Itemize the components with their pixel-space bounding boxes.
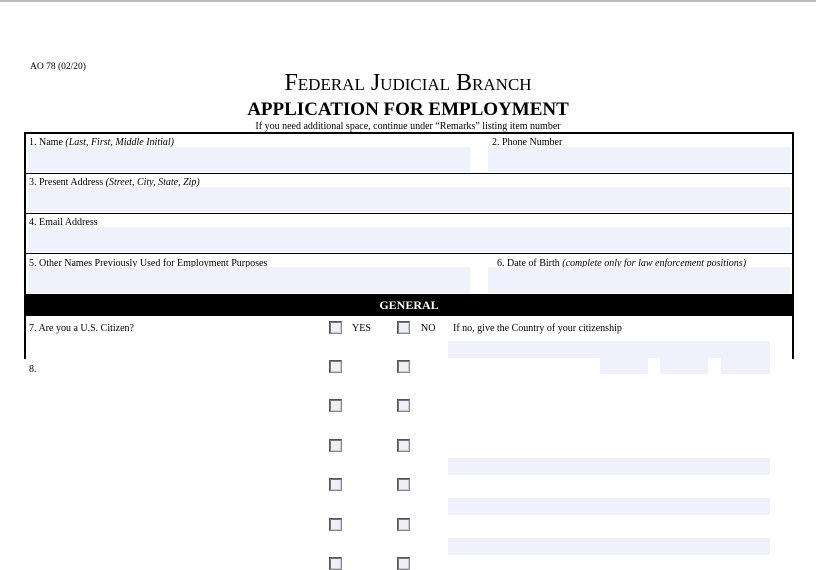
dob-input[interactable] <box>488 267 790 293</box>
yes-checkbox[interactable] <box>329 360 342 373</box>
top-border <box>0 0 816 2</box>
yes-checkbox[interactable] <box>329 399 342 412</box>
citizenship-country-label: If no, give the Country of your citizens… <box>453 323 622 334</box>
other-names-input[interactable] <box>28 267 470 293</box>
divider <box>26 173 792 174</box>
address-input[interactable] <box>28 187 790 212</box>
yes-checkbox[interactable] <box>329 518 342 531</box>
question-8-label: 8. <box>29 364 37 375</box>
citizenship-country-input[interactable] <box>448 341 770 358</box>
q8-field-2[interactable] <box>660 358 708 374</box>
page-subtitle: APPLICATION FOR EMPLOYMENT <box>247 99 569 120</box>
yes-label: YES <box>352 323 371 334</box>
citizen-question: 7. Are you a U.S. Citizen? <box>29 323 134 334</box>
phone-input[interactable] <box>488 147 790 172</box>
citizen-yes-checkbox[interactable] <box>329 321 342 334</box>
no-checkbox[interactable] <box>397 478 410 491</box>
section-header-general: GENERAL <box>24 294 794 316</box>
no-checkbox[interactable] <box>397 439 410 452</box>
text-input[interactable] <box>448 458 770 475</box>
divider <box>26 253 792 254</box>
no-label: NO <box>421 323 436 334</box>
no-checkbox[interactable] <box>397 360 410 373</box>
q8-field-3[interactable] <box>721 358 770 374</box>
citizen-no-checkbox[interactable] <box>397 321 410 334</box>
text-input[interactable] <box>448 498 770 515</box>
page-title: Federal Judicial Branch <box>284 70 532 96</box>
no-checkbox[interactable] <box>397 557 410 570</box>
yes-checkbox[interactable] <box>329 557 342 570</box>
yes-checkbox[interactable] <box>329 478 342 491</box>
divider <box>26 213 792 214</box>
text-input[interactable] <box>448 538 770 555</box>
email-input[interactable] <box>28 227 790 252</box>
yes-checkbox[interactable] <box>329 439 342 452</box>
instruction-note: If you need additional space, continue u… <box>255 121 561 132</box>
no-checkbox[interactable] <box>397 518 410 531</box>
no-checkbox[interactable] <box>397 399 410 412</box>
name-input[interactable] <box>28 147 470 172</box>
q8-field-1[interactable] <box>600 358 648 374</box>
